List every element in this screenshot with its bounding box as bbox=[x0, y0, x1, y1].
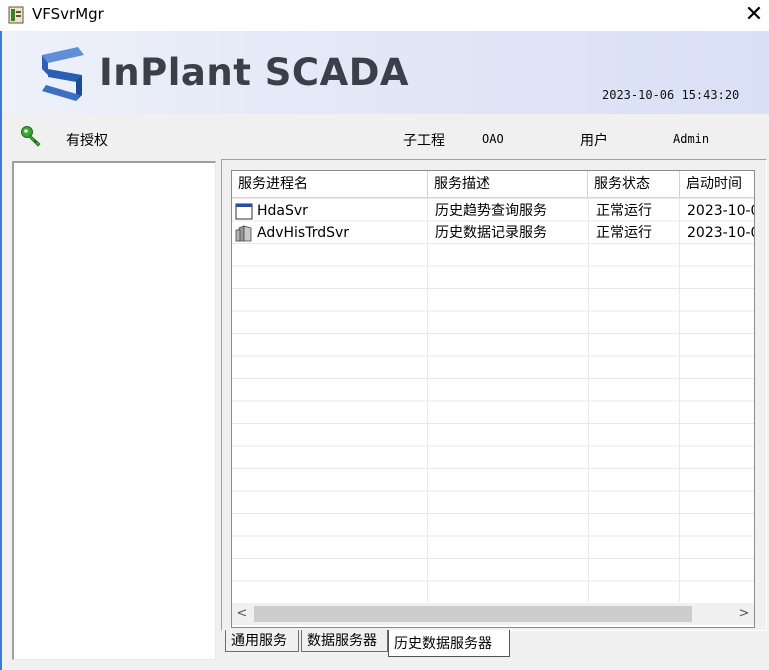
scroll-left-icon[interactable]: < bbox=[232, 603, 252, 625]
column-divider bbox=[588, 198, 589, 602]
column-header-name[interactable]: 服务进程名 bbox=[232, 171, 428, 197]
service-description: 历史数据记录服务 bbox=[435, 225, 547, 241]
service-name: HdaSvr bbox=[257, 203, 308, 219]
user-value: Admin bbox=[673, 132, 710, 146]
scada-logo-icon bbox=[42, 47, 84, 101]
service-description: 历史趋势查询服务 bbox=[435, 203, 547, 219]
window-title: VFSvrMgr bbox=[32, 5, 104, 23]
server-icon bbox=[235, 225, 252, 242]
scroll-thumb[interactable] bbox=[254, 606, 692, 622]
window-icon bbox=[235, 203, 253, 220]
column-header-start-time[interactable]: 启动时间 bbox=[680, 171, 754, 197]
header-banner: InPlant SCADA 2023-10-06 15:43:20 bbox=[2, 31, 769, 114]
user-label: 用户 bbox=[580, 133, 608, 149]
column-header-status[interactable]: 服务状态 bbox=[588, 171, 680, 197]
info-bar: 有授权 子工程 OAO 用户 Admin bbox=[2, 114, 769, 160]
current-datetime: 2023-10-06 15:43:20 bbox=[602, 88, 740, 102]
table-row[interactable]: AdvHisTrdSvr 历史数据记录服务 正常运行 2023-10-0 bbox=[232, 222, 754, 244]
tab-data-server[interactable]: 数据服务器 bbox=[301, 630, 388, 652]
list-grid bbox=[232, 198, 754, 602]
horizontal-scrollbar[interactable]: < > bbox=[232, 603, 754, 625]
license-status: 有授权 bbox=[66, 133, 108, 149]
service-start-time: 2023-10-0 bbox=[687, 203, 754, 219]
app-icon bbox=[8, 6, 24, 24]
tab-history-data-server[interactable]: 历史数据服务器 bbox=[388, 630, 510, 657]
tab-general-services[interactable]: 通用服务 bbox=[225, 630, 299, 652]
column-divider bbox=[679, 198, 680, 602]
service-status: 正常运行 bbox=[596, 225, 652, 241]
logo-text: InPlant SCADA bbox=[99, 51, 410, 94]
title-bar: VFSvrMgr ✕ bbox=[0, 0, 769, 31]
left-tree-pane[interactable] bbox=[12, 161, 216, 660]
close-icon: ✕ bbox=[744, 2, 764, 27]
column-header-description[interactable]: 服务描述 bbox=[428, 171, 588, 197]
key-icon bbox=[21, 126, 41, 147]
list-header: 服务进程名 服务描述 服务状态 启动时间 bbox=[232, 171, 754, 198]
service-list[interactable]: 服务进程名 服务描述 服务状态 启动时间 HdaSvr 历史趋势查询服务 正常运… bbox=[231, 170, 755, 628]
project-label: 子工程 bbox=[403, 133, 445, 149]
table-row[interactable]: HdaSvr 历史趋势查询服务 正常运行 2023-10-0 bbox=[232, 200, 754, 222]
scroll-right-icon[interactable]: > bbox=[734, 603, 754, 625]
service-start-time: 2023-10-0 bbox=[687, 225, 754, 241]
close-button[interactable]: ✕ bbox=[740, 2, 768, 28]
project-value: OAO bbox=[482, 132, 504, 146]
service-name: AdvHisTrdSvr bbox=[257, 225, 350, 241]
service-status: 正常运行 bbox=[596, 203, 652, 219]
column-divider bbox=[427, 198, 428, 602]
